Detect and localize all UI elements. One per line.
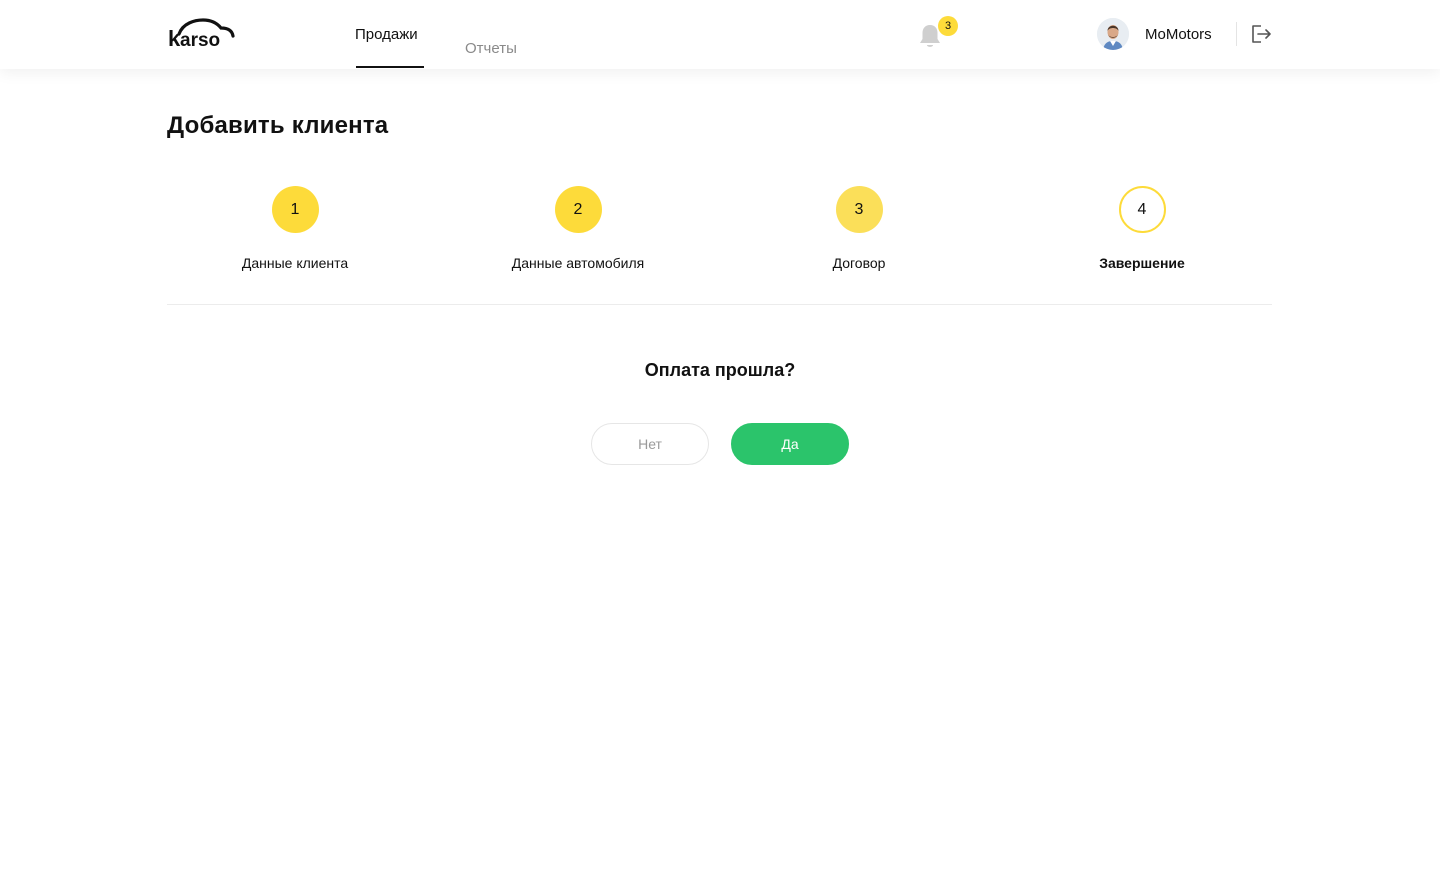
section-divider: [167, 304, 1272, 305]
step-2-number: 2: [554, 186, 602, 233]
step-4-number: 4: [1118, 186, 1166, 233]
karso-logo[interactable]: k arso: [167, 17, 237, 49]
step-3-number: 3: [835, 186, 883, 233]
nav-tab-reports[interactable]: Отчеты: [465, 40, 517, 57]
step-4: 4 Завершение: [1032, 186, 1252, 271]
step-2: 2 Данные автомобиля: [468, 186, 688, 271]
nav-tab-active-indicator: [356, 66, 424, 68]
notification-count-badge: 3: [938, 16, 958, 36]
step-1-number: 1: [271, 186, 319, 233]
svg-text:arso: arso: [180, 30, 220, 49]
page-title: Добавить клиента: [167, 112, 389, 139]
username[interactable]: MoMotors: [1145, 26, 1212, 43]
step-1: 1 Данные клиента: [185, 186, 405, 271]
payment-question: Оплата прошла?: [644, 360, 796, 380]
header-divider: [1236, 22, 1237, 46]
step-2-label: Данные автомобиля: [511, 255, 645, 271]
no-button[interactable]: Нет: [591, 423, 709, 465]
yes-button[interactable]: Да: [731, 423, 849, 465]
step-4-label: Завершение: [1099, 255, 1185, 271]
logout-icon[interactable]: [1250, 24, 1272, 44]
step-3-label: Договор: [832, 255, 886, 271]
avatar[interactable]: [1097, 18, 1129, 50]
nav-tab-sales[interactable]: Продажи: [355, 26, 418, 69]
step-1-label: Данные клиента: [241, 255, 349, 271]
step-3: 3 Договор: [749, 186, 969, 271]
top-header: k arso Продажи Отчеты 3 MoMotors: [0, 0, 1440, 69]
